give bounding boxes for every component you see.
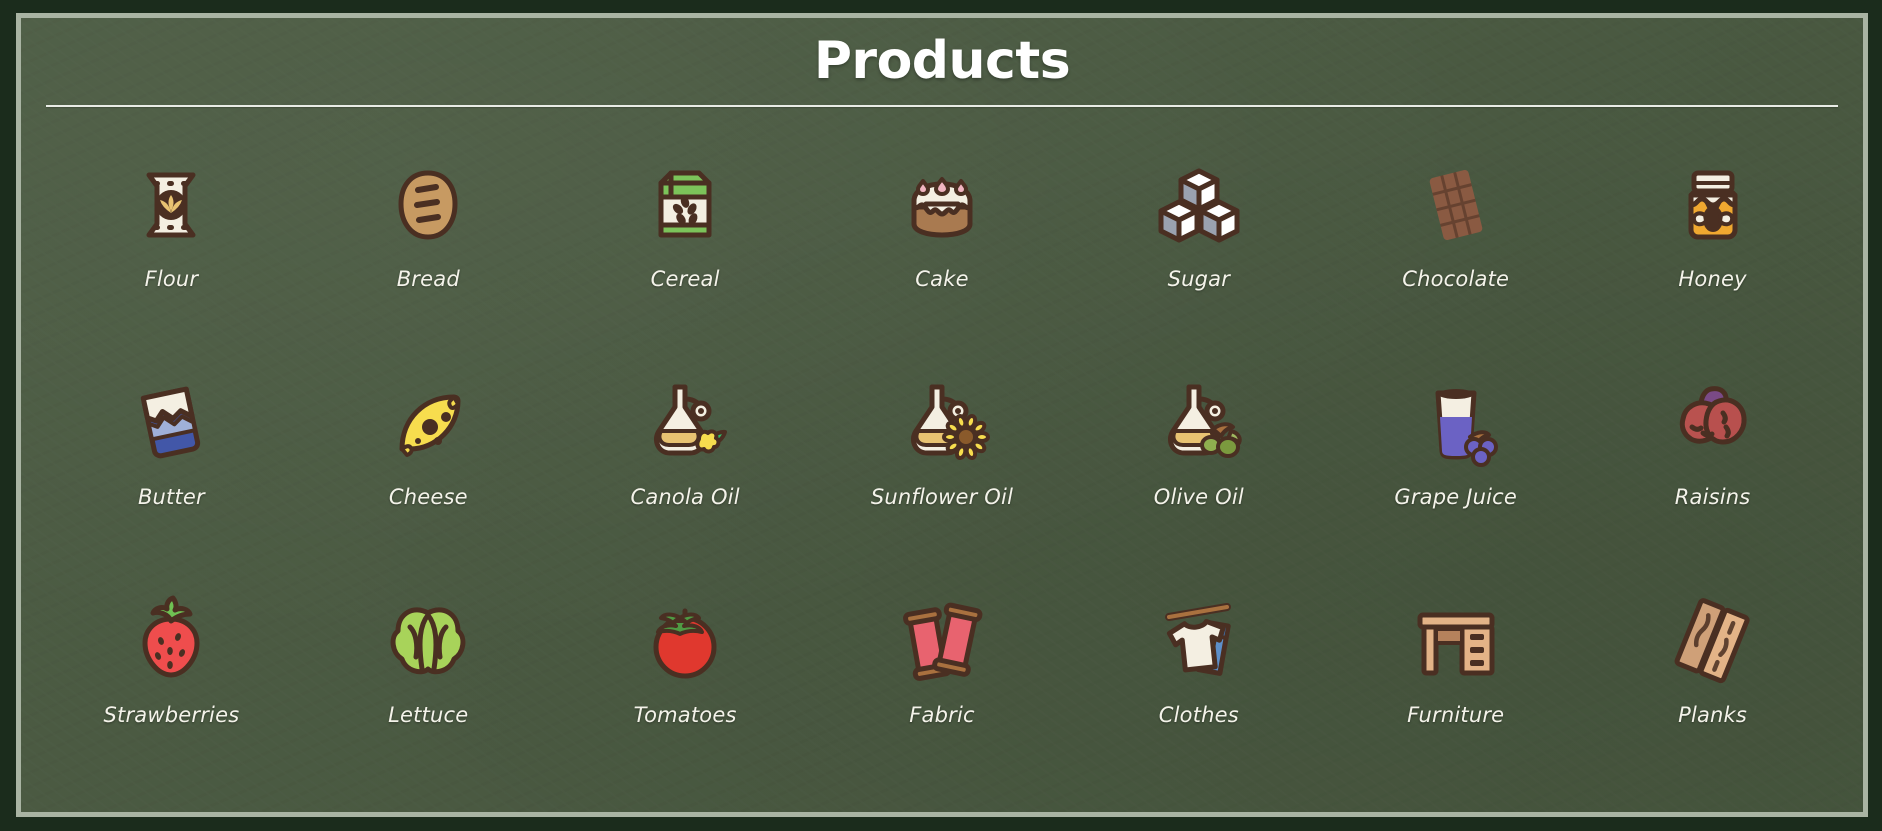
product-label: Cake — [915, 267, 969, 291]
product-label: Clothes — [1158, 703, 1239, 727]
lettuce-icon — [380, 593, 476, 689]
fabric-icon — [894, 593, 990, 689]
product-label: Cereal — [650, 267, 720, 291]
product-label: Lettuce — [388, 703, 469, 727]
product-cell-furniture[interactable]: Furniture — [1327, 567, 1584, 785]
product-cell-honey[interactable]: Honey — [1584, 131, 1841, 349]
product-cell-cheese[interactable]: Cheese — [300, 349, 557, 567]
product-label: Sugar — [1167, 267, 1231, 291]
product-cell-raisins[interactable]: Raisins — [1584, 349, 1841, 567]
product-label: Olive Oil — [1153, 485, 1244, 509]
bread-icon — [380, 157, 476, 253]
product-label: Tomatoes — [633, 703, 737, 727]
product-label: Furniture — [1407, 703, 1505, 727]
grape-juice-icon — [1408, 375, 1504, 471]
cheese-icon — [380, 375, 476, 471]
canola-oil-icon — [637, 375, 733, 471]
product-cell-chocolate[interactable]: Chocolate — [1327, 131, 1584, 349]
product-label: Bread — [396, 267, 460, 291]
board-background: Products Flour Bread Cereal Cake Sugar C… — [0, 0, 1882, 831]
product-cell-planks[interactable]: Planks — [1584, 567, 1841, 785]
butter-icon — [123, 375, 219, 471]
product-label: Fabric — [909, 703, 975, 727]
product-label: Grape Juice — [1394, 485, 1518, 509]
tomatoes-icon — [637, 593, 733, 689]
sunflower-oil-icon — [894, 375, 990, 471]
product-label: Canola Oil — [630, 485, 740, 509]
flour-icon — [123, 157, 219, 253]
product-label: Chocolate — [1402, 267, 1510, 291]
product-label: Raisins — [1674, 485, 1751, 509]
product-label: Strawberries — [103, 703, 240, 727]
product-label: Planks — [1678, 703, 1748, 727]
product-cell-canola-oil[interactable]: Canola Oil — [557, 349, 814, 567]
product-cell-grape-juice[interactable]: Grape Juice — [1327, 349, 1584, 567]
honey-icon — [1665, 157, 1761, 253]
cake-icon — [894, 157, 990, 253]
products-panel: Products Flour Bread Cereal Cake Sugar C… — [16, 13, 1868, 817]
product-cell-cake[interactable]: Cake — [814, 131, 1071, 349]
product-cell-sugar[interactable]: Sugar — [1070, 131, 1327, 349]
product-label: Cheese — [388, 485, 468, 509]
furniture-icon — [1408, 593, 1504, 689]
product-cell-lettuce[interactable]: Lettuce — [300, 567, 557, 785]
product-cell-fabric[interactable]: Fabric — [814, 567, 1071, 785]
product-cell-butter[interactable]: Butter — [43, 349, 300, 567]
raisins-icon — [1665, 375, 1761, 471]
product-cell-strawberries[interactable]: Strawberries — [43, 567, 300, 785]
product-label: Sunflower Oil — [870, 485, 1014, 509]
panel-header: Products — [21, 18, 1863, 107]
product-cell-sunflower-oil[interactable]: Sunflower Oil — [814, 349, 1071, 567]
product-cell-clothes[interactable]: Clothes — [1070, 567, 1327, 785]
products-grid: Flour Bread Cereal Cake Sugar Chocolate … — [21, 107, 1863, 785]
product-label: Honey — [1678, 267, 1747, 291]
planks-icon — [1665, 593, 1761, 689]
cereal-icon — [637, 157, 733, 253]
product-cell-cereal[interactable]: Cereal — [557, 131, 814, 349]
chocolate-icon — [1408, 157, 1504, 253]
product-label: Butter — [137, 485, 205, 509]
sugar-icon — [1151, 157, 1247, 253]
olive-oil-icon — [1151, 375, 1247, 471]
product-label: Flour — [144, 267, 199, 291]
product-cell-olive-oil[interactable]: Olive Oil — [1070, 349, 1327, 567]
clothes-icon — [1151, 593, 1247, 689]
product-cell-flour[interactable]: Flour — [43, 131, 300, 349]
product-cell-bread[interactable]: Bread — [300, 131, 557, 349]
strawberries-icon — [123, 593, 219, 689]
page-title: Products — [813, 31, 1071, 91]
product-cell-tomatoes[interactable]: Tomatoes — [557, 567, 814, 785]
